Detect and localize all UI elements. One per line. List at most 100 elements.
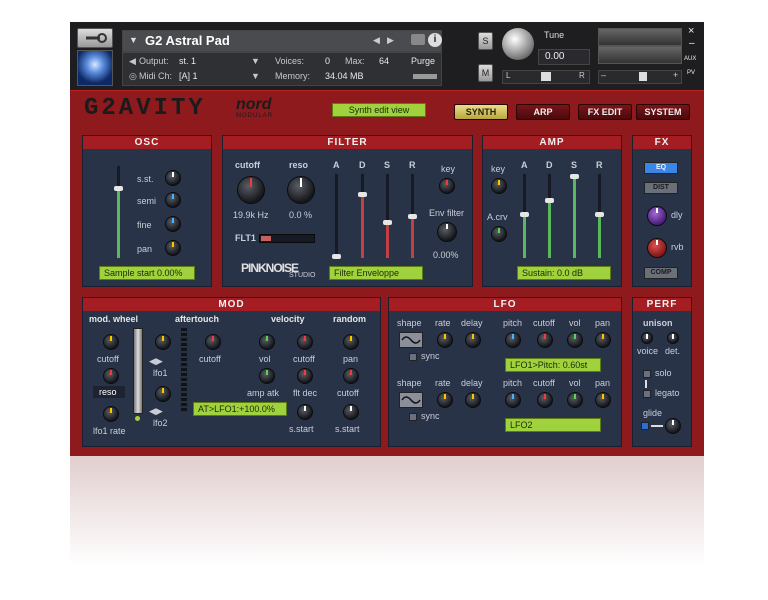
lfo2-delay-knob[interactable]	[465, 392, 481, 408]
minimize-icon[interactable]: –	[689, 38, 695, 49]
slider-handle[interactable]	[358, 192, 367, 197]
slider-handle[interactable]	[383, 220, 392, 225]
lfo1-vol-knob[interactable]	[567, 332, 583, 348]
unison-detune-knob[interactable]	[667, 332, 679, 344]
rnd-sstart-knob[interactable]	[343, 404, 359, 420]
aux-button[interactable]: AUX	[684, 56, 696, 62]
pv-button[interactable]: PV	[687, 70, 695, 76]
glide-checkbox[interactable]	[641, 422, 649, 430]
filter-key-knob[interactable]	[439, 178, 455, 194]
eq-button[interactable]: EQ	[644, 162, 678, 174]
amp-attack-slider[interactable]	[520, 174, 529, 258]
tune-display[interactable]: 0.00	[538, 49, 590, 65]
filter-release-slider[interactable]	[408, 174, 417, 258]
vel-fltdec-knob[interactable]	[297, 368, 313, 384]
camera-icon[interactable]	[411, 34, 425, 45]
lfo1-pan-knob[interactable]	[595, 332, 611, 348]
lfo2-arrows-icon[interactable]: ◀▶	[149, 406, 163, 417]
amp-release-slider[interactable]	[595, 174, 604, 258]
cutoff-knob[interactable]	[237, 176, 265, 204]
rnd-pan-knob[interactable]	[343, 334, 359, 350]
lfo1-knob[interactable]	[155, 334, 171, 350]
amp-key-knob[interactable]	[491, 178, 507, 194]
chevron-down-icon[interactable]: ▼	[129, 35, 138, 45]
reso-knob[interactable]	[287, 176, 315, 204]
tab-system[interactable]: SYSTEM	[636, 104, 690, 120]
solo-checkbox[interactable]	[643, 370, 651, 378]
vel-vol-knob[interactable]	[259, 334, 275, 350]
instrument-name-bar[interactable]: ▼ G2 Astral Pad ◀ ▶ i	[122, 30, 442, 52]
env-filter-knob[interactable]	[437, 222, 457, 242]
tab-synth[interactable]: SYNTH	[454, 104, 508, 120]
volume-handle[interactable]	[639, 72, 647, 81]
mw-lfo1rate-knob[interactable]	[103, 406, 119, 422]
output-select[interactable]: st. 1	[179, 56, 196, 66]
slider-handle[interactable]	[408, 214, 417, 219]
vel-cutoff-knob[interactable]	[297, 334, 313, 350]
comp-button[interactable]: COMP	[644, 267, 678, 279]
fine-knob[interactable]	[165, 216, 181, 232]
info-icon[interactable]: i	[428, 33, 442, 47]
slider-handle[interactable]	[545, 198, 554, 203]
mw-reso-knob[interactable]	[103, 368, 119, 384]
dist-button[interactable]: DIST	[644, 182, 678, 194]
rnd-cutoff-knob[interactable]	[343, 368, 359, 384]
filter-type-handle[interactable]	[261, 236, 271, 241]
lfo2-pitch-knob[interactable]	[505, 392, 521, 408]
reverb-knob[interactable]	[647, 238, 667, 258]
pan-slider[interactable]: L R	[502, 70, 590, 84]
next-arrow-icon[interactable]: ▶	[387, 35, 394, 46]
prev-arrow-icon[interactable]: ◀	[373, 35, 380, 46]
filter-type-selector[interactable]	[259, 234, 315, 243]
max-voices-value[interactable]: 64	[379, 56, 389, 66]
amp-sustain-slider[interactable]	[570, 174, 579, 258]
slider-handle[interactable]	[114, 186, 123, 191]
slider-handle[interactable]	[332, 254, 341, 259]
lfo1-shape-button[interactable]	[399, 332, 423, 348]
solo-button[interactable]: S	[478, 32, 493, 50]
glide-knob[interactable]	[665, 418, 681, 434]
lfo1-sync-checkbox[interactable]	[409, 353, 417, 361]
wrench-button[interactable]	[77, 28, 113, 48]
vel-sstart-knob[interactable]	[297, 404, 313, 420]
lfo2-sync-checkbox[interactable]	[409, 413, 417, 421]
mod-wheel[interactable]	[133, 328, 143, 414]
tab-fx-edit[interactable]: FX EDIT	[578, 104, 632, 120]
lfo2-knob[interactable]	[155, 386, 171, 402]
vel-ampatk-knob[interactable]	[259, 368, 275, 384]
filter-attack-slider[interactable]	[332, 174, 341, 259]
chevron-down-icon[interactable]: ▼	[251, 71, 260, 81]
lfo1-delay-knob[interactable]	[465, 332, 481, 348]
osc-level-slider[interactable]	[114, 166, 123, 258]
purge-button[interactable]: Purge	[411, 56, 435, 66]
sst-knob[interactable]	[165, 170, 181, 186]
lfo1-cutoff-knob[interactable]	[537, 332, 553, 348]
lfo2-vol-knob[interactable]	[567, 392, 583, 408]
midi-channel-select[interactable]: [A] 1	[179, 71, 198, 81]
volume-slider[interactable]: – +	[598, 70, 682, 84]
amp-decay-slider[interactable]	[545, 174, 554, 258]
mw-cutoff-knob[interactable]	[103, 334, 119, 350]
at-cutoff-knob[interactable]	[205, 334, 221, 350]
lfo2-cutoff-knob[interactable]	[537, 392, 553, 408]
tab-arp[interactable]: ARP	[516, 104, 570, 120]
close-icon[interactable]: ×	[688, 25, 694, 37]
pan-handle[interactable]	[541, 72, 551, 81]
slider-handle[interactable]	[570, 174, 579, 179]
legato-checkbox[interactable]	[643, 390, 651, 398]
slider-handle[interactable]	[595, 212, 604, 217]
delay-knob[interactable]	[647, 206, 667, 226]
lfo1-rate-knob[interactable]	[437, 332, 453, 348]
osc-pan-knob[interactable]	[165, 240, 181, 256]
filter-decay-slider[interactable]	[358, 174, 367, 258]
unison-voice-knob[interactable]	[641, 332, 653, 344]
lfo1-pitch-knob[interactable]	[505, 332, 521, 348]
semi-knob[interactable]	[165, 192, 181, 208]
lfo1-arrows-icon[interactable]: ◀▶	[149, 356, 163, 367]
slider-handle[interactable]	[520, 212, 529, 217]
tune-knob[interactable]	[502, 28, 534, 60]
lfo2-pan-knob[interactable]	[595, 392, 611, 408]
lfo2-shape-button[interactable]	[399, 392, 423, 408]
mute-button[interactable]: M	[478, 64, 493, 82]
chevron-down-icon[interactable]: ▼	[251, 56, 260, 66]
